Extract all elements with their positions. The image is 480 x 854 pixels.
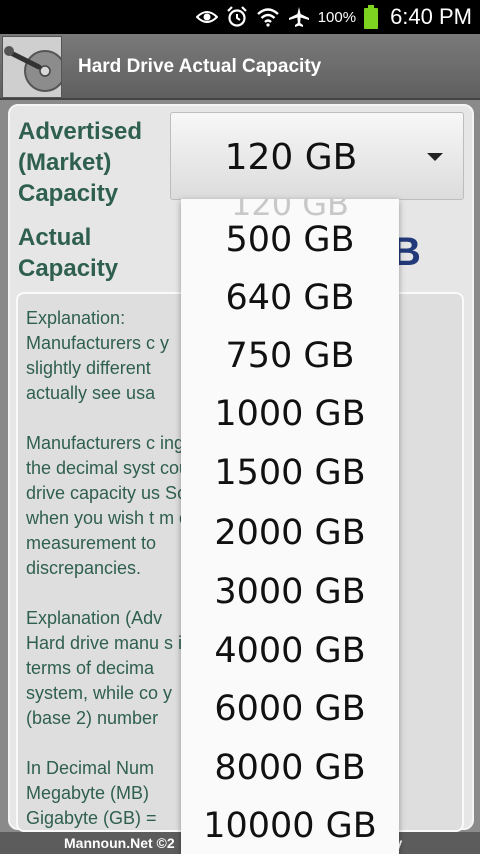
footer-copyright: Mannoun.Net ©2	[64, 835, 175, 851]
dropdown-option[interactable]: 1000 GB	[181, 385, 399, 443]
alarm-icon	[226, 6, 248, 28]
dropdown-arrow-icon	[427, 153, 443, 161]
dropdown-option[interactable]: 6000 GB	[181, 680, 399, 738]
capacity-dropdown-list[interactable]: 120 GB 500 GB 640 GB 750 GB 1000 GB 1500…	[181, 199, 399, 854]
battery-icon	[364, 5, 379, 29]
dropdown-option[interactable]: 500 GB	[181, 211, 399, 269]
dropdown-option[interactable]: 4000 GB	[181, 622, 399, 680]
eye-icon	[195, 9, 218, 25]
app-title-bar: Hard Drive Actual Capacity	[0, 34, 480, 100]
dropdown-option[interactable]: 3000 GB	[181, 563, 399, 621]
airplane-icon	[288, 6, 310, 28]
advertised-capacity-label: Advertised (Market) Capacity	[18, 118, 143, 207]
dropdown-option[interactable]: 750 GB	[181, 327, 399, 385]
actual-capacity-label: Actual Capacity	[18, 224, 119, 282]
status-icons: 100% 6:40 PM	[195, 0, 472, 34]
status-bar: 100% 6:40 PM	[0, 0, 480, 34]
dropdown-option[interactable]: 640 GB	[181, 269, 399, 327]
app-title: Hard Drive Actual Capacity	[78, 56, 322, 77]
dropdown-option[interactable]: 1500 GB	[181, 444, 399, 502]
capacity-spinner[interactable]: 120 GB	[170, 112, 464, 200]
hard-drive-logo-icon	[2, 36, 62, 98]
dropdown-option[interactable]: 8000 GB	[181, 739, 399, 797]
selected-capacity-value: 120 GB	[224, 137, 358, 178]
dropdown-option[interactable]: 10000 GB	[181, 797, 399, 854]
dropdown-option[interactable]: 2000 GB	[181, 504, 399, 562]
wifi-icon	[256, 7, 280, 27]
dropdown-option-partial[interactable]: 120 GB	[181, 199, 399, 223]
battery-percent: 100%	[317, 8, 357, 26]
clock-time: 6:40 PM	[390, 4, 472, 29]
